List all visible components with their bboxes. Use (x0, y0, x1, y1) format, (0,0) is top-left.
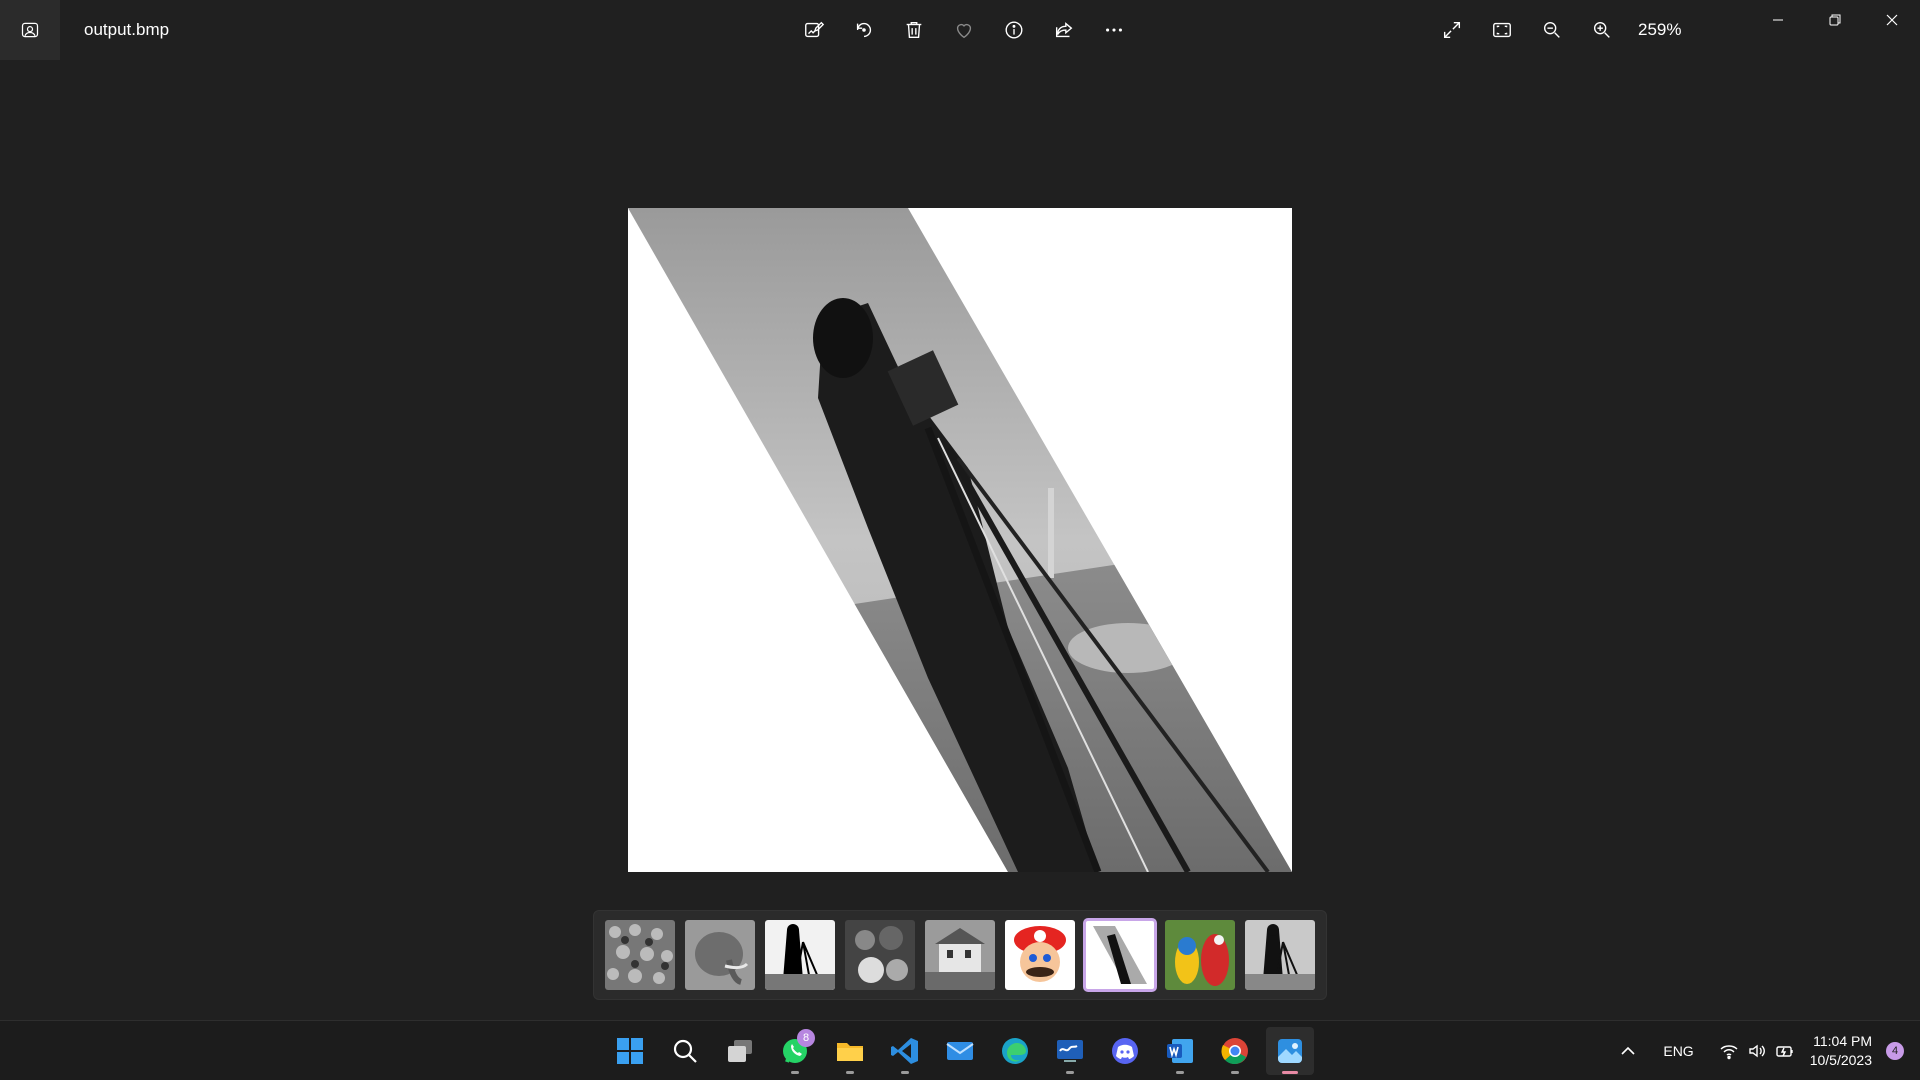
fit-window-icon (1493, 22, 1511, 38)
taskbar-chrome[interactable] (1211, 1027, 1259, 1075)
fit-to-window-button[interactable] (1482, 10, 1522, 50)
thumbnail-crowd[interactable] (605, 920, 675, 990)
running-indicator (1066, 1071, 1074, 1074)
thumbnail-cameraman-gray[interactable] (1245, 920, 1315, 990)
clock-date: 10/5/2023 (1809, 1052, 1872, 1068)
view-tools: 259% (1432, 10, 1681, 50)
mail-icon (946, 1042, 974, 1060)
filmstrip (593, 910, 1327, 1000)
minimize-icon (1772, 19, 1783, 21)
wifi-icon (1720, 1045, 1738, 1060)
taskbar-mail[interactable] (936, 1027, 984, 1075)
title-bar: output.bmp 259% (0, 0, 1920, 60)
close-icon (1886, 14, 1897, 26)
taskbar-whatsapp[interactable]: 8 (771, 1027, 819, 1075)
edit-image-button[interactable] (794, 10, 834, 50)
monitor-app-icon (1057, 1040, 1083, 1062)
photos-icon (1278, 1039, 1302, 1063)
network-volume-battery-button[interactable] (1712, 1031, 1802, 1071)
clock-time: 11:04 PM (1813, 1033, 1872, 1049)
restore-icon (1829, 14, 1840, 26)
thumbnail-parrots[interactable] (1165, 920, 1235, 990)
zoom-out-button[interactable] (1532, 10, 1572, 50)
taskbar-file-explorer[interactable] (826, 1027, 874, 1075)
toolbar (794, 10, 1134, 50)
rotate-icon (856, 22, 872, 38)
taskbar-discord[interactable] (1101, 1027, 1149, 1075)
taskbar-photos[interactable] (1266, 1027, 1314, 1075)
file-name: output.bmp (84, 20, 170, 39)
windows-icon (617, 1038, 643, 1064)
minimize-button[interactable] (1749, 0, 1806, 40)
taskbar-apps: 8 (606, 1027, 1314, 1075)
zoom-in-icon (1593, 21, 1610, 38)
language-indicator[interactable]: ENG (1655, 1031, 1701, 1071)
restore-button[interactable] (1806, 0, 1863, 40)
task-view-button[interactable] (716, 1027, 764, 1075)
zoom-out-icon (1543, 21, 1560, 38)
image-canvas[interactable] (628, 208, 1292, 872)
taskbar: 8 ENG 11:04 PM 10/5/2023 4 (0, 1020, 1920, 1080)
window-controls (1749, 0, 1920, 40)
more-options-button[interactable] (1094, 10, 1134, 50)
thumbnail-house[interactable] (925, 920, 995, 990)
word-icon (1167, 1039, 1193, 1063)
file-info-button[interactable] (994, 10, 1034, 50)
sheared-cameraman-image (628, 208, 1292, 872)
share-icon (1055, 22, 1073, 38)
zoom-level[interactable]: 259% (1638, 20, 1681, 40)
edit-image-icon (805, 21, 825, 38)
heart-icon (956, 23, 972, 39)
thumbnail-fruits[interactable] (845, 920, 915, 990)
close-button[interactable] (1863, 0, 1920, 40)
vscode-icon (891, 1038, 918, 1064)
taskbar-terminal-app[interactable] (1046, 1027, 1094, 1075)
running-indicator (791, 1071, 799, 1074)
share-button[interactable] (1044, 10, 1084, 50)
info-icon (1005, 21, 1023, 39)
notification-badge[interactable]: 4 (1886, 1042, 1904, 1060)
running-indicator (1231, 1071, 1239, 1074)
clock[interactable]: 11:04 PM 10/5/2023 (1802, 1032, 1880, 1070)
whatsapp-badge: 8 (797, 1029, 815, 1047)
favorite-button[interactable] (944, 10, 984, 50)
taskbar-edge[interactable] (991, 1027, 1039, 1075)
taskbar-vscode[interactable] (881, 1027, 929, 1075)
battery-icon (1776, 1046, 1793, 1057)
expand-icon (1443, 21, 1461, 39)
full-screen-button[interactable] (1432, 10, 1472, 50)
volume-icon (1749, 1044, 1765, 1058)
edge-icon (1002, 1038, 1028, 1064)
folder-icon (837, 1043, 863, 1061)
zoom-in-button[interactable] (1582, 10, 1622, 50)
active-indicator (1282, 1071, 1298, 1074)
thumbnail-mario[interactable] (1005, 920, 1075, 990)
system-tray: ENG 11:04 PM 10/5/2023 4 (1611, 1021, 1920, 1080)
photos-app-icon[interactable] (0, 0, 60, 60)
rotate-button[interactable] (844, 10, 884, 50)
task-view-icon (728, 1040, 752, 1062)
trash-icon (906, 21, 922, 39)
more-icon (1106, 28, 1122, 32)
chrome-icon (1221, 1038, 1248, 1065)
thumbnail-elephant[interactable] (685, 920, 755, 990)
chevron-up-icon (1621, 1046, 1635, 1055)
thumbnail-cameraman[interactable] (765, 920, 835, 990)
thumbnail-output-selected[interactable] (1083, 918, 1157, 992)
search-icon (673, 1039, 697, 1063)
search-button[interactable] (661, 1027, 709, 1075)
running-indicator (1176, 1071, 1184, 1074)
running-indicator (901, 1071, 909, 1074)
taskbar-word[interactable] (1156, 1027, 1204, 1075)
delete-button[interactable] (894, 10, 934, 50)
show-hidden-icons-button[interactable] (1611, 1031, 1645, 1071)
start-button[interactable] (606, 1027, 654, 1075)
running-indicator (846, 1071, 854, 1074)
discord-icon (1112, 1038, 1138, 1064)
